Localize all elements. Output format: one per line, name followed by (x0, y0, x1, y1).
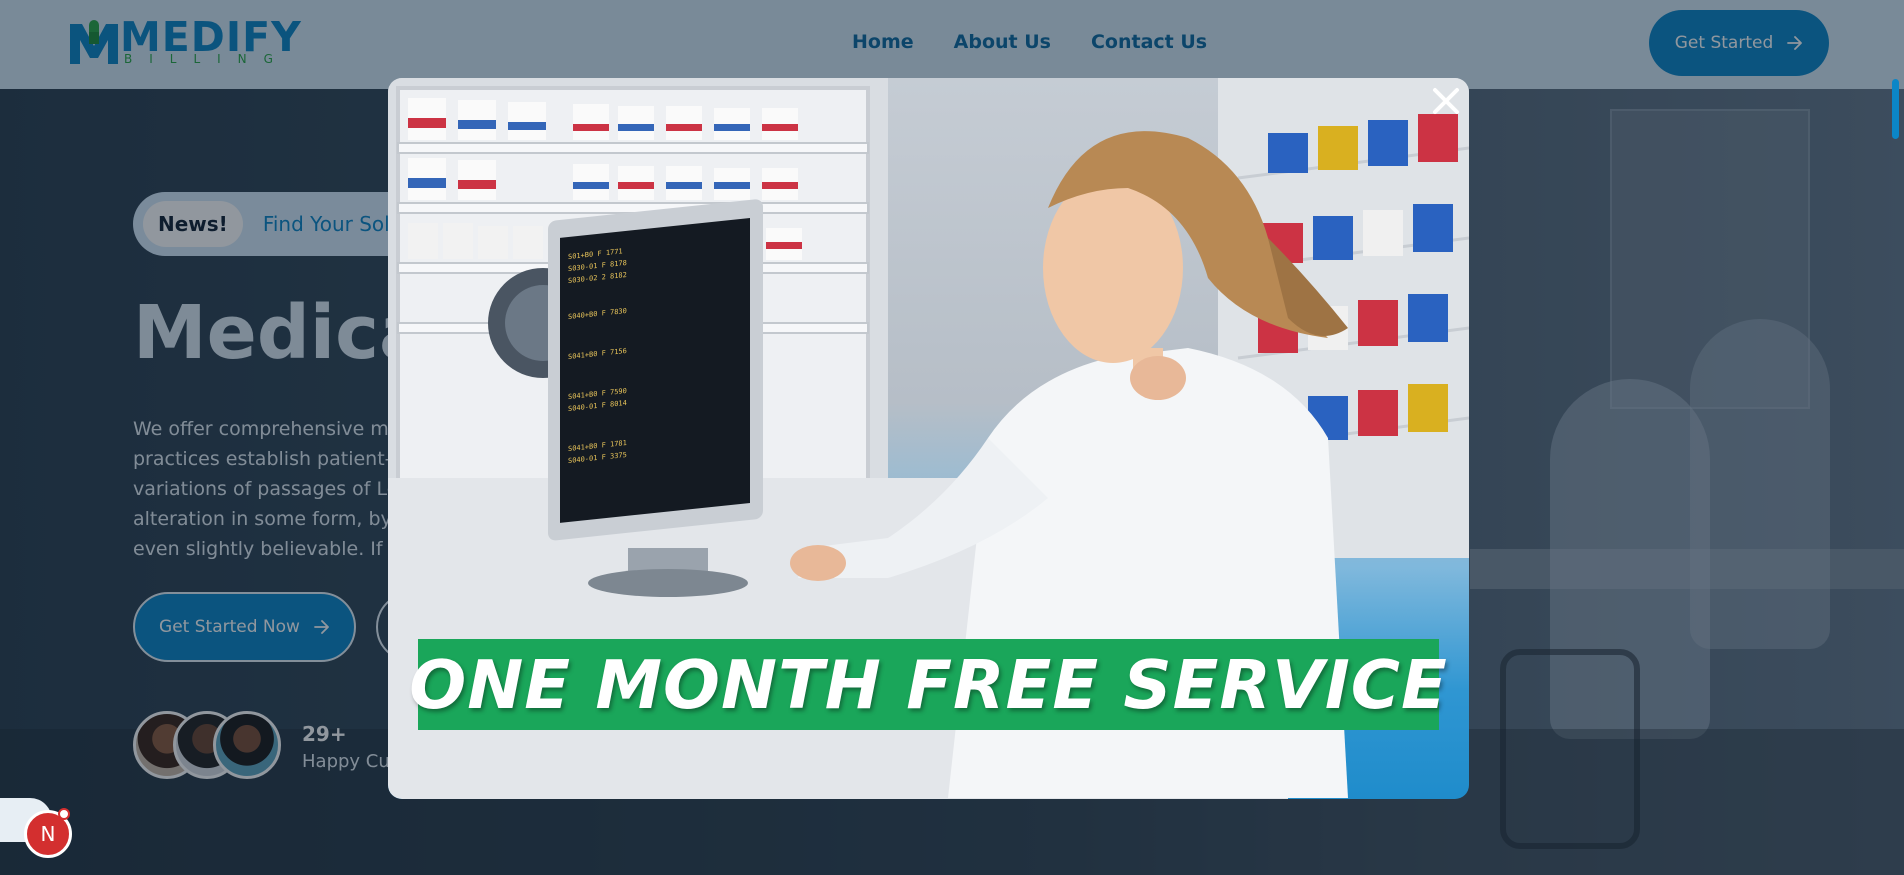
close-icon (1433, 88, 1459, 114)
notification-dot (58, 808, 70, 820)
promo-text: ONE MONTH FREE SERVICE (409, 645, 1448, 724)
scrollbar-thumb[interactable] (1892, 79, 1899, 139)
promo-banner: ONE MONTH FREE SERVICE (409, 639, 1447, 730)
promo-modal: S01+B0 F 1771 S030-01 F 8178 S030-02 2 818… (388, 78, 1469, 799)
notification-widget-label: N (40, 822, 56, 846)
close-modal-button[interactable] (1428, 84, 1464, 120)
